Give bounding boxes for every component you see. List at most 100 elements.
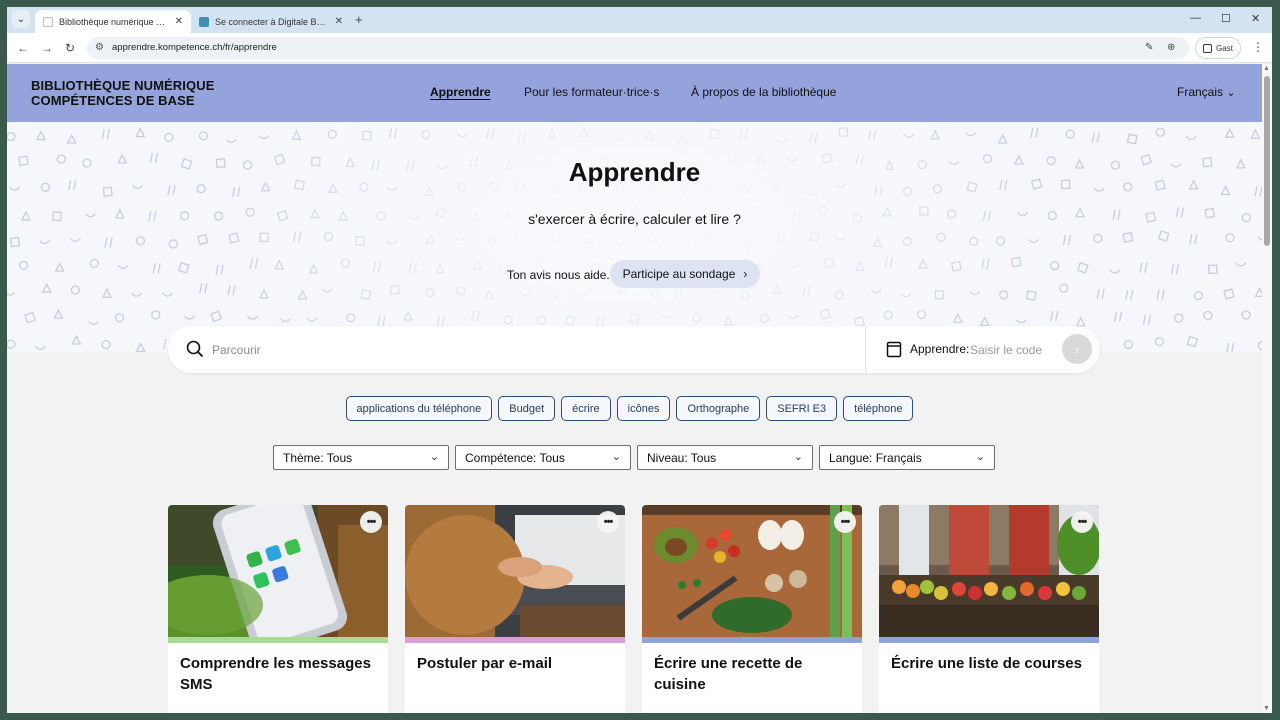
logo-line-2: COMPÉTENCES DE BASE: [31, 93, 195, 108]
nav-apprendre[interactable]: Apprendre: [430, 85, 491, 99]
tag-ecrire[interactable]: écrire: [561, 396, 611, 421]
site-header: BIBLIOTHÈQUE NUMÉRIQUE COMPÉTENCES DE BA…: [7, 64, 1262, 122]
tag-applications-telephone[interactable]: applications du téléphone: [345, 396, 493, 421]
search-divider: [865, 326, 866, 373]
site-info-icon[interactable]: ⚙: [95, 42, 104, 53]
course-card[interactable]: ••• Comprendre les messages SMS: [168, 505, 388, 713]
tag-list: applications du téléphone Budget écrire …: [7, 396, 1262, 421]
back-icon[interactable]: ←: [17, 41, 29, 55]
langue-select[interactable]: Langue: Français ⌄: [819, 445, 995, 470]
code-input[interactable]: [970, 338, 1060, 362]
minimize-icon[interactable]: —: [1190, 12, 1201, 24]
niveau-select-value: Niveau: Tous: [647, 450, 717, 465]
chevron-down-icon: ⌄: [611, 451, 621, 463]
new-tab-icon[interactable]: +: [355, 12, 363, 27]
scroll-thumb[interactable]: [1264, 76, 1270, 246]
card-more-button[interactable]: •••: [360, 511, 382, 533]
tag-telephone[interactable]: téléphone: [843, 396, 914, 421]
search-icon: [186, 340, 204, 358]
scroll-up-icon[interactable]: ▲: [1263, 65, 1270, 72]
survey-button-label: Participe au sondage: [622, 267, 736, 281]
profile-button[interactable]: Gast: [1195, 37, 1241, 59]
chevron-right-icon: ›: [1074, 341, 1080, 357]
submit-code-button[interactable]: ›: [1062, 334, 1092, 364]
course-card[interactable]: ••• Postuler par e-mail: [405, 505, 625, 713]
filter-bar: Thème: Tous ⌄ Compétence: Tous ⌄ Niveau:…: [273, 445, 995, 470]
site-favicon-icon: [43, 16, 53, 27]
card-title: Écrire une recette de cuisine: [654, 655, 803, 693]
card-image: •••: [168, 505, 388, 637]
card-image: •••: [642, 505, 862, 637]
scroll-down-icon[interactable]: ▼: [1263, 705, 1270, 712]
card-image: •••: [879, 505, 1099, 637]
chevron-down-icon: ⌄: [793, 451, 803, 463]
language-label: Français: [1177, 85, 1224, 99]
tab-bar: ⌄ Bibliothèque numérique - Appr ✕ Se con…: [7, 7, 1272, 33]
card-grid: ••• Comprendre les messages SMS ••• Post…: [168, 505, 1099, 713]
chevron-down-icon: ⌄: [1226, 87, 1236, 99]
tab-title: Se connecter à Digitale Biblioth: [215, 16, 327, 27]
reload-icon[interactable]: ↻: [65, 41, 75, 55]
nav-formateurs[interactable]: Pour les formateur·trice·s: [524, 85, 659, 99]
card-more-button[interactable]: •••: [834, 511, 856, 533]
browser-window: ⌄ Bibliothèque numérique - Appr ✕ Se con…: [7, 7, 1272, 713]
theme-select-value: Thème: Tous: [283, 450, 353, 465]
card-category-stripe: [879, 637, 1099, 643]
book-icon: [886, 341, 902, 358]
card-title: Postuler par e-mail: [417, 655, 553, 672]
language-selector[interactable]: Français ⌄: [1177, 85, 1236, 99]
close-tab-icon[interactable]: ✕: [335, 16, 343, 27]
close-tab-icon[interactable]: ✕: [175, 16, 183, 27]
omnibox[interactable]: ⚙ apprendre.kompetence.ch/fr/apprendre ✎…: [87, 37, 1189, 59]
translate-icon[interactable]: ✎: [1145, 42, 1153, 53]
card-category-stripe: [642, 637, 862, 643]
page-scrollbar[interactable]: ▲ ▼: [1262, 64, 1272, 713]
competence-select-value: Compétence: Tous: [465, 450, 565, 465]
tab-title: Bibliothèque numérique - Appr: [59, 16, 167, 27]
page-viewport: BIBLIOTHÈQUE NUMÉRIQUE COMPÉTENCES DE BA…: [7, 64, 1262, 713]
close-window-icon[interactable]: ✕: [1251, 12, 1260, 25]
course-card[interactable]: ••• Écrire une liste de courses: [879, 505, 1099, 713]
langue-select-value: Langue: Français: [829, 450, 922, 465]
card-more-button[interactable]: •••: [1071, 511, 1093, 533]
maximize-icon[interactable]: ☐: [1221, 12, 1231, 25]
browser-tab-active[interactable]: Bibliothèque numérique - Appr ✕: [35, 10, 191, 33]
card-category-stripe: [405, 637, 625, 643]
browser-tab[interactable]: Se connecter à Digitale Biblioth ✕: [191, 10, 351, 33]
niveau-select[interactable]: Niveau: Tous ⌄: [637, 445, 813, 470]
tag-budget[interactable]: Budget: [498, 396, 556, 421]
search-bar: Apprendre: ›: [168, 326, 1100, 373]
hero-section: Apprendre s'exercer à écrire, calculer e…: [7, 122, 1262, 352]
code-label: Apprendre:: [910, 342, 970, 356]
page-title: Apprendre: [568, 157, 701, 187]
profile-icon: [1203, 43, 1213, 53]
card-category-stripe: [168, 637, 388, 643]
chevron-down-icon: ⌄: [429, 451, 439, 463]
forward-icon[interactable]: →: [41, 41, 53, 55]
search-input[interactable]: [212, 338, 812, 362]
survey-button[interactable]: Participe au sondage ›: [610, 260, 760, 288]
logo-line-1: BIBLIOTHÈQUE NUMÉRIQUE: [31, 78, 215, 93]
tab-search-icon[interactable]: ⌄: [12, 10, 30, 28]
tag-sefri-e3[interactable]: SEFRI E3: [766, 396, 838, 421]
card-title: Comprendre les messages SMS: [180, 655, 371, 693]
zoom-icon[interactable]: ⊕: [1167, 42, 1175, 53]
survey-text: Ton avis nous aide.: [507, 268, 610, 282]
page-subtitle: s'exercer à écrire, calculer et lire ?: [528, 211, 741, 227]
address-bar: ← → ↻ ⚙ apprendre.kompetence.ch/fr/appre…: [7, 33, 1272, 63]
browser-menu-icon[interactable]: ⋮: [1252, 40, 1264, 54]
site-logo[interactable]: BIBLIOTHÈQUE NUMÉRIQUE COMPÉTENCES DE BA…: [31, 78, 214, 108]
card-more-button[interactable]: •••: [597, 511, 619, 533]
card-title: Écrire une liste de courses: [891, 655, 1082, 672]
theme-select[interactable]: Thème: Tous ⌄: [273, 445, 449, 470]
profile-label: Gast: [1216, 43, 1233, 53]
competence-select[interactable]: Compétence: Tous ⌄: [455, 445, 631, 470]
tag-orthographe[interactable]: Orthographe: [676, 396, 761, 421]
tag-icones[interactable]: icônes: [616, 396, 671, 421]
site-favicon-icon: [199, 16, 209, 27]
course-card[interactable]: ••• Écrire une recette de cuisine: [642, 505, 862, 713]
chevron-right-icon: ›: [743, 267, 748, 281]
url-text[interactable]: apprendre.kompetence.ch/fr/apprendre: [112, 42, 277, 53]
card-image: •••: [405, 505, 625, 637]
nav-a-propos[interactable]: À propos de la bibliothèque: [691, 85, 836, 99]
